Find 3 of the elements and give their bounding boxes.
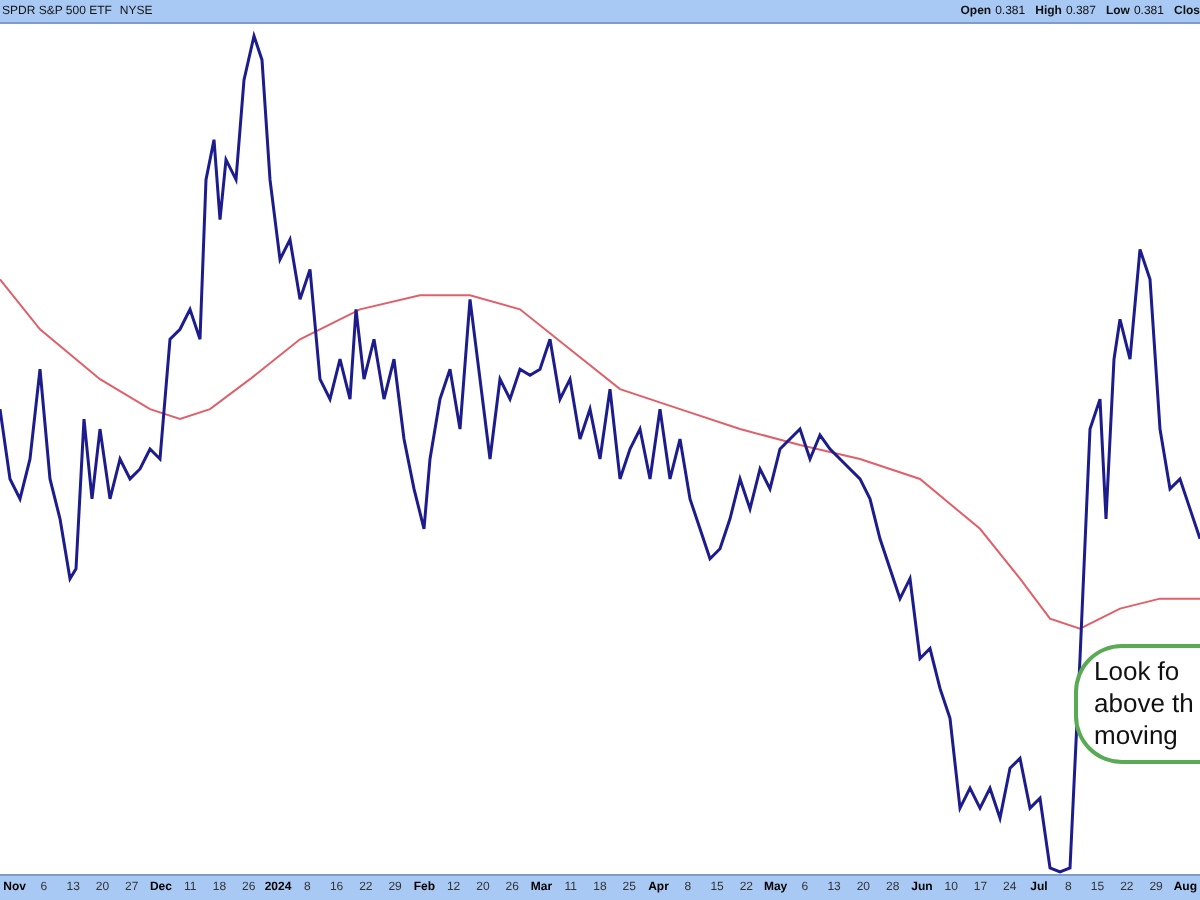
- callout-text: moving: [1094, 720, 1178, 752]
- callout-text: above th: [1094, 688, 1194, 720]
- callout-text: Look fo: [1094, 656, 1180, 688]
